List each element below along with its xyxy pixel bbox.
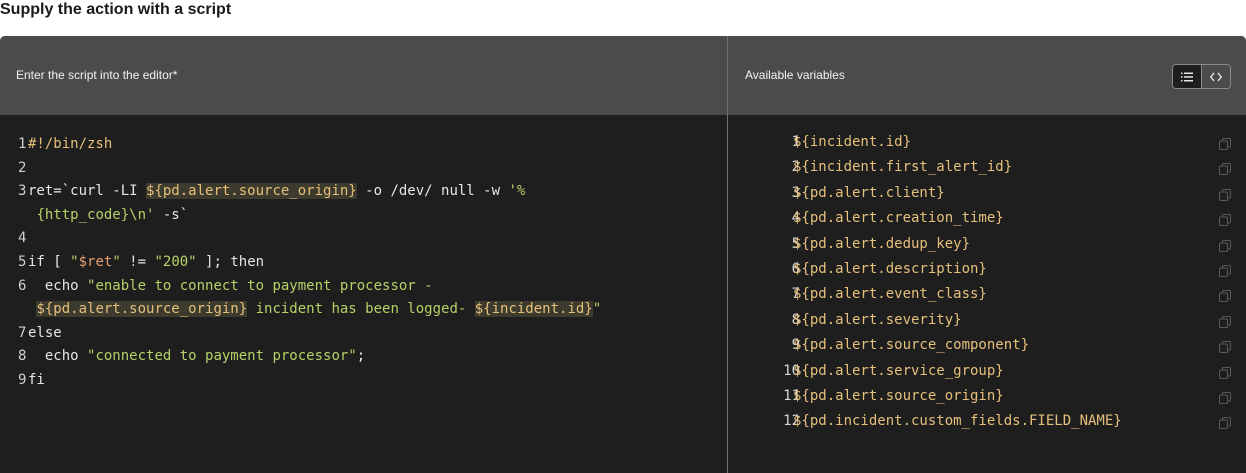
variable-name: ${pd.alert.source_component} — [793, 337, 1030, 354]
code-line: ${pd.alert.source_origin} incident has b… — [0, 298, 727, 322]
code-token: incident has been logged- — [247, 301, 475, 318]
variable-row: 8 ${pd.alert.severity} — [728, 308, 1246, 333]
copy-icon[interactable] — [1219, 239, 1231, 252]
code-token: if [ — [28, 253, 71, 270]
code-token: ${incident.id} — [474, 301, 593, 318]
variable-name: ${pd.alert.source_origin} — [793, 387, 1004, 404]
code-view-button[interactable] — [1201, 65, 1230, 88]
variable-name: ${pd.incident.custom_fields.FIELD_NAME} — [793, 413, 1122, 430]
copy-icon[interactable] — [1219, 366, 1231, 379]
code-token: fi — [28, 371, 45, 388]
copy-icon[interactable] — [1219, 417, 1231, 430]
code-token: echo — [28, 348, 88, 365]
variable-name: ${pd.alert.dedup_key} — [793, 235, 971, 252]
code-token: else — [28, 324, 62, 341]
code-brackets-icon — [1210, 72, 1222, 81]
code-token: "connected to payment processor" — [87, 348, 357, 365]
line-number: 8 — [18, 348, 27, 365]
code-token: $ret — [78, 253, 113, 270]
line-number: 3 — [18, 183, 27, 200]
code-line: 8 echo "connected to payment processor"; — [0, 345, 727, 369]
line-number: 9 — [18, 371, 27, 388]
copy-icon[interactable] — [1219, 391, 1231, 404]
code-line: 2 — [0, 157, 727, 181]
variable-row: 11 ${pd.alert.source_origin} — [728, 384, 1246, 409]
variable-name: ${pd.alert.service_group} — [793, 362, 1004, 379]
variable-row: 12 ${pd.incident.custom_fields.FIELD_NAME… — [728, 409, 1246, 434]
copy-icon[interactable] — [1219, 341, 1231, 354]
variable-name: ${pd.alert.description} — [793, 260, 987, 277]
code-token: "enable to connect to payment processor … — [87, 277, 433, 294]
copy-icon[interactable] — [1219, 214, 1231, 227]
script-editor[interactable]: 1 #!/bin/zsh 2 3 ret=`curl -LI ${pd.alert.so… — [0, 133, 727, 393]
code-line: {http_code}\n' -s` — [0, 204, 727, 228]
code-token: " — [70, 253, 79, 270]
code-token: #!/bin/zsh — [28, 136, 113, 152]
variable-row: 10 ${pd.alert.service_group} — [728, 359, 1246, 384]
variable-name: ${pd.alert.creation_time} — [793, 210, 1004, 227]
script-editor-panel: Enter the script into the editor* Availa… — [0, 36, 1246, 473]
copy-icon[interactable] — [1219, 290, 1231, 303]
variable-row: 5 ${pd.alert.dedup_key} — [728, 232, 1246, 257]
code-line: 7 else — [0, 322, 727, 346]
page-title: Supply the action with a script — [0, 1, 232, 18]
variable-row: 7 ${pd.alert.event_class} — [728, 282, 1246, 307]
variable-name: ${pd.alert.event_class} — [793, 286, 987, 303]
code-token: '% — [508, 183, 526, 200]
code-line: 3 ret=`curl -LI ${pd.alert.source_origin}… — [0, 180, 727, 204]
line-number: 2 — [18, 159, 27, 176]
code-token: ${pd.alert.source_origin} — [36, 301, 248, 318]
list-view-button[interactable] — [1173, 65, 1201, 88]
variables-list: 1 ${incident.id} 2 ${incident.first_alert_i… — [728, 130, 1246, 435]
line-number: 5 — [18, 253, 27, 270]
code-token: "200" — [154, 253, 197, 270]
code-token: {http_code}\n' — [36, 206, 155, 223]
variable-row: 4 ${pd.alert.creation_time} — [728, 206, 1246, 231]
copy-icon[interactable] — [1219, 315, 1231, 328]
editor-label: Enter the script into the editor* — [16, 68, 178, 82]
code-line: 9 fi — [0, 369, 727, 393]
line-number: 1 — [18, 136, 27, 152]
variable-row: 1 ${incident.id} — [728, 130, 1246, 155]
code-token: echo — [28, 277, 88, 294]
code-token: != — [120, 253, 155, 270]
code-token: ]; then — [196, 253, 265, 270]
line-number: 7 — [18, 324, 27, 341]
variable-row: 9 ${pd.alert.source_component} — [728, 333, 1246, 358]
code-token: ; — [356, 348, 366, 365]
line-number: 4 — [18, 230, 27, 247]
code-token: -s` — [154, 206, 189, 223]
variable-row: 6 ${pd.alert.description} — [728, 257, 1246, 282]
line-number: 6 — [18, 277, 27, 294]
variable-name: ${pd.alert.client} — [793, 184, 945, 201]
code-token: -o /dev/ null -w — [356, 183, 509, 200]
code-line: 6 echo "enable to connect to payment pro… — [0, 275, 727, 299]
code-line: 5 if [ "$ret" != "200" ]; then — [0, 251, 727, 275]
code-line: 4 — [0, 227, 727, 251]
panel-header: Enter the script into the editor* Availa… — [0, 36, 1246, 115]
variable-name: ${incident.id} — [793, 134, 912, 150]
variable-row: 2 ${incident.first_alert_id} — [728, 155, 1246, 180]
code-token: ret=`curl -LI — [28, 183, 147, 200]
copy-icon[interactable] — [1219, 188, 1231, 201]
copy-icon[interactable] — [1219, 138, 1231, 150]
variable-name: ${pd.alert.severity} — [793, 311, 962, 328]
copy-icon[interactable] — [1219, 163, 1231, 176]
code-token: ${pd.alert.source_origin} — [146, 183, 357, 200]
view-toggle — [1172, 64, 1231, 89]
copy-icon[interactable] — [1219, 264, 1231, 277]
variable-name: ${incident.first_alert_id} — [793, 159, 1013, 176]
code-token: " — [592, 301, 602, 318]
code-token: " — [112, 253, 121, 270]
variable-row: 3 ${pd.alert.client} — [728, 181, 1246, 206]
variables-label: Available variables — [745, 68, 845, 82]
code-line: 1 #!/bin/zsh — [0, 133, 727, 157]
list-icon — [1181, 72, 1193, 81]
